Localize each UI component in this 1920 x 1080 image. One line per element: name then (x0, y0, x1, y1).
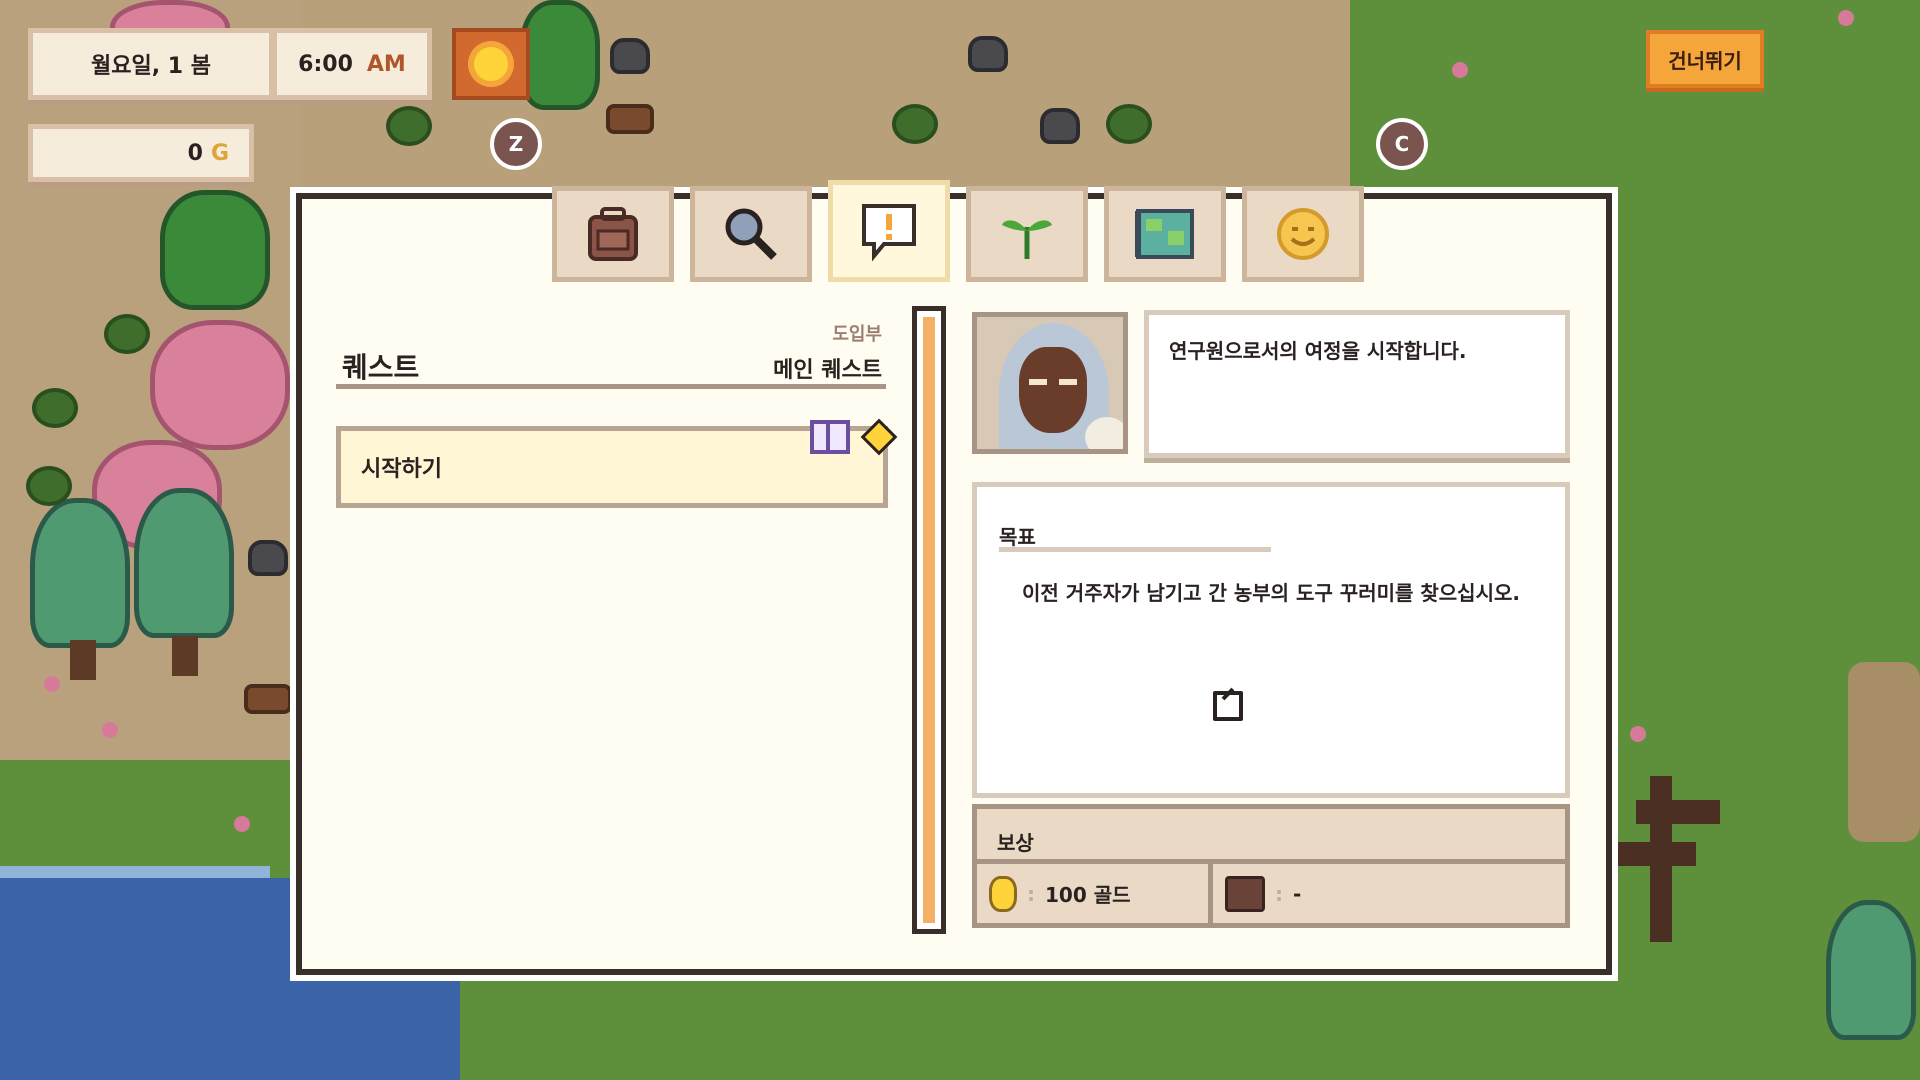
key-c-label: C (1394, 132, 1410, 156)
reward-gold-cell: : 100 골드 (977, 864, 1213, 923)
quest-list-scrollbar[interactable] (912, 306, 946, 934)
signpost-board (1636, 800, 1720, 824)
magnifier-icon (725, 208, 777, 260)
time-text: 6:00 (298, 51, 353, 77)
quest-type-label: 메인 퀘스트 (773, 358, 882, 383)
quest-item-label: 시작하기 (361, 457, 442, 482)
objective-text: 이전 거주자가 남기고 간 농부의 도구 꾸러미를 찾으십시오. (1022, 581, 1520, 605)
key-hint-z[interactable]: Z (490, 118, 542, 170)
date-display: 월요일, 1 봄 (28, 28, 274, 100)
pine-tree (134, 488, 234, 638)
tree-trunk (70, 640, 96, 680)
backpack-icon (588, 207, 638, 261)
divider (336, 384, 886, 389)
sun-weather-icon (452, 28, 530, 100)
book-icon (810, 420, 850, 454)
tab-search[interactable] (690, 186, 812, 282)
reward-row: : 100 골드 : - (977, 859, 1565, 923)
time-display: 6:00 AM (272, 28, 432, 100)
rock (248, 540, 288, 576)
tab-crops[interactable] (966, 186, 1088, 282)
cherry-tree (150, 320, 290, 450)
tree (160, 190, 270, 310)
pine-tree (30, 498, 130, 648)
bush (26, 466, 72, 506)
flower (1838, 10, 1854, 26)
speech-alert-icon (862, 204, 916, 262)
reward-gold-text: 100 골드 (1045, 883, 1131, 907)
reward-item-text: - (1293, 881, 1302, 906)
dirt-patch (1848, 662, 1920, 842)
rock (610, 38, 650, 74)
gold-unit: G (210, 140, 229, 166)
gold-amount: 0 (187, 140, 203, 166)
npc-portrait (972, 312, 1128, 454)
time-ampm: AM (366, 51, 406, 77)
date-text: 월요일, 1 봄 (91, 54, 211, 79)
signpost-board (1616, 842, 1696, 866)
gold-display: 0 G (28, 124, 254, 182)
skip-button-label: 건너뛰기 (1668, 48, 1742, 73)
log (244, 684, 292, 714)
quest-category-label: 도입부 (832, 324, 882, 345)
quest-description-box: 연구원으로서의 여정을 시작합니다. (1144, 310, 1570, 458)
tab-quests[interactable] (828, 180, 950, 282)
rock (968, 36, 1008, 72)
key-hint-c[interactable]: C (1376, 118, 1428, 170)
tab-inventory[interactable] (552, 186, 674, 282)
quest-list-title: 퀘스트 (342, 351, 420, 384)
objective-label: 목표 (999, 525, 1036, 549)
flower (102, 722, 118, 738)
bush (104, 314, 150, 354)
skip-button[interactable]: 건너뛰기 (1646, 30, 1764, 88)
log (606, 104, 654, 134)
gold-coin-icon (989, 875, 1017, 912)
quest-list-item[interactable]: 시작하기 (336, 426, 888, 508)
tree-trunk (172, 636, 198, 676)
pine-tree (1826, 900, 1916, 1040)
objective-box: 목표 이전 거주자가 남기고 간 농부의 도구 꾸러미를 찾으십시오. (972, 482, 1570, 798)
bush (892, 104, 938, 144)
water-edge (0, 866, 270, 878)
key-z-label: Z (508, 132, 524, 156)
flower (1452, 62, 1468, 78)
divider (999, 547, 1271, 552)
tree (520, 0, 600, 110)
flower (44, 676, 60, 692)
reward-label: 보상 (997, 831, 1034, 855)
rock (1040, 108, 1080, 144)
bush (1106, 104, 1152, 144)
scrollbar-thumb[interactable] (923, 317, 935, 923)
bush (32, 388, 78, 428)
smile-face-icon (1277, 208, 1329, 260)
reward-item-cell: : - (1213, 864, 1565, 923)
edit-note-icon (1213, 691, 1243, 721)
flower (1630, 726, 1646, 742)
flower (234, 816, 250, 832)
map-icon (1135, 209, 1194, 259)
item-chest-icon (1225, 875, 1265, 912)
quest-description-text: 연구원으로서의 여정을 시작합니다. (1169, 339, 1467, 363)
reward-box: 보상 : 100 골드 : - (972, 804, 1570, 928)
sprout-icon (1002, 220, 1052, 259)
tab-relationships[interactable] (1242, 186, 1364, 282)
bush (386, 106, 432, 146)
tab-map[interactable] (1104, 186, 1226, 282)
